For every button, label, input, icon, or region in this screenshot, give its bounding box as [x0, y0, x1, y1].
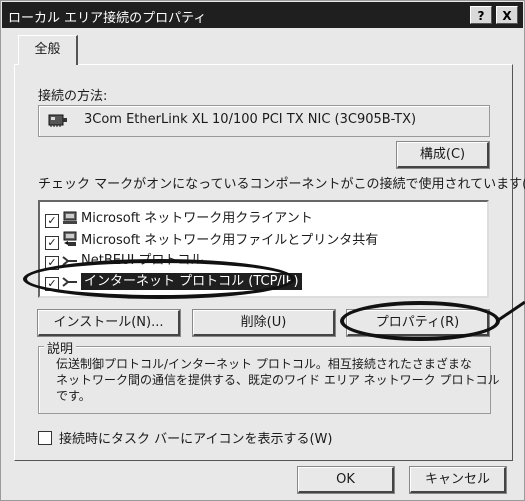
properties-dialog: ローカル エリア接続のプロパティ ? X 全般 接続の方法: 3Com Ethe… [0, 0, 525, 501]
connect-using-label: 接続の方法: [38, 89, 108, 104]
list-item-selected[interactable]: ✓ インターネット プロトコル (TCP/IP) [45, 270, 302, 292]
configure-button[interactable]: 構成(C) [396, 141, 490, 169]
checkbox-checked-icon[interactable]: ✓ [45, 277, 59, 291]
properties-button[interactable]: プロパティ(R) [346, 309, 490, 337]
network-client-icon [62, 211, 78, 229]
components-list[interactable]: ✓ Microsoft ネットワーク用クライアント ✓ Microsoft ネットワ… [38, 200, 489, 298]
tab-general[interactable]: 全般 [18, 35, 78, 65]
description-label: 説明 [44, 338, 77, 357]
list-item[interactable]: ✓ Microsoft ネットワーク用ファイルとプリンタ共有 [45, 229, 378, 251]
ok-button[interactable]: OK [297, 466, 395, 494]
taskbar-option[interactable]: 接続時にタスク バーにアイコンを表示する(W) [38, 428, 332, 447]
protocol-icon [62, 276, 78, 292]
checkbox-checked-icon[interactable]: ✓ [45, 256, 59, 270]
cancel-button[interactable]: キャンセル [409, 466, 507, 494]
adapter-box: 3Com EtherLink XL 10/100 PCI TX NIC (3C9… [38, 105, 490, 137]
checkbox-checked-icon[interactable]: ✓ [45, 214, 59, 228]
network-adapter-icon [48, 112, 68, 132]
title-bar[interactable]: ローカル エリア接続のプロパティ ? X [2, 2, 523, 28]
list-item[interactable]: ✓ Microsoft ネットワーク用クライアント [45, 207, 313, 229]
close-button[interactable]: X [496, 6, 518, 24]
window-title: ローカル エリア接続のプロパティ [8, 11, 207, 26]
checkbox-unchecked-icon[interactable] [38, 431, 52, 445]
file-printer-sharing-icon [62, 231, 78, 251]
install-button[interactable]: インストール(N)... [37, 309, 181, 337]
components-label: チェック マークがオンになっているコンポーネントがこの接続で使用されています(O… [38, 177, 525, 192]
uninstall-button[interactable]: 削除(U) [192, 309, 336, 337]
callout-pointer-line [497, 301, 525, 323]
description-text: 伝送制御プロトコル/インターネット プロトコル。相互接続されたさまざまな ネット… [56, 357, 500, 403]
help-button[interactable]: ? [470, 6, 492, 24]
adapter-name: 3Com EtherLink XL 10/100 PCI TX NIC (3C9… [84, 112, 417, 127]
protocol-icon [62, 255, 78, 271]
checkbox-checked-icon[interactable]: ✓ [45, 236, 59, 250]
list-item[interactable]: ✓ NetBEUI プロトコル [45, 249, 203, 271]
